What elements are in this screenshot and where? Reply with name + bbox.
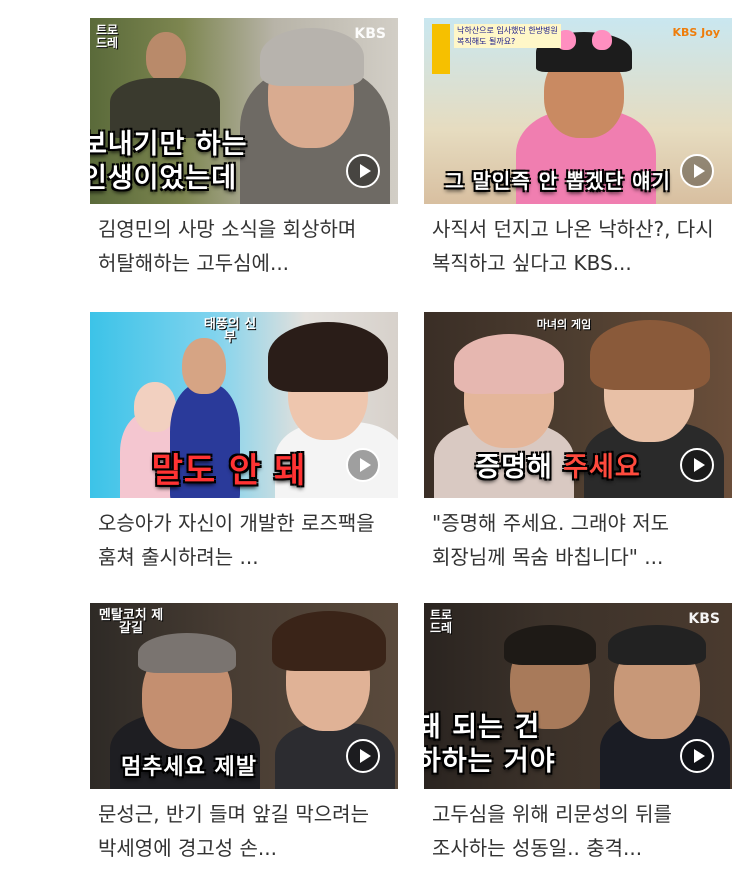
video-thumbnail[interactable]: 마녀의 게임 증명해 주세요 xyxy=(424,312,732,498)
video-thumbnail[interactable]: 트로 드레 KBS 보내기만 하는 인생이었는데 xyxy=(90,18,398,204)
video-thumbnail[interactable]: 멘탈코치 제갈길 멈추세요 제발 xyxy=(90,603,398,789)
show-logo: 트로 드레 xyxy=(429,608,453,635)
topic-tag-icon xyxy=(432,24,450,74)
video-title[interactable]: 사직서 던지고 나온 낙하산?, 다시 복직하고 싶다고 KBS... xyxy=(424,212,732,280)
topic-box: 낙하산으로 입사했던 한방병원 복직해도 될까요? xyxy=(454,24,561,48)
video-title[interactable]: 고두심을 위해 리문성의 뒤를 조사하는 성동일.. 충격... xyxy=(424,797,732,865)
show-logo: 마녀의 게임 xyxy=(536,318,592,331)
video-thumbnail[interactable]: 트로 드레 KBS 돼 되는 건 하하는 거야 xyxy=(424,603,732,789)
video-card[interactable]: 태풍의 신부 말도 안 돼 오승아가 자신이 개발한 로즈팩을 훔쳐 출시하려는… xyxy=(90,312,400,574)
video-thumbnail[interactable]: 낙하산으로 입사했던 한방병원 복직해도 될까요? KBS Joy 그 말인즉 … xyxy=(424,18,732,204)
video-title[interactable]: 오승아가 자신이 개발한 로즈팩을 훔쳐 출시하려는 ... xyxy=(90,506,398,574)
play-circle-icon[interactable] xyxy=(346,448,380,482)
kbs-logo: KBS xyxy=(688,611,720,627)
kbs-logo: KBS xyxy=(354,26,386,42)
play-circle-icon[interactable] xyxy=(680,448,714,482)
show-logo: 트로 드레 xyxy=(95,23,119,50)
play-circle-icon[interactable] xyxy=(680,154,714,188)
video-card[interactable]: 마녀의 게임 증명해 주세요 "증명해 주세요. 그래야 저도 회장님께 목숨 … xyxy=(424,312,734,574)
kbs-joy-logo: KBS Joy xyxy=(672,26,720,39)
play-circle-icon[interactable] xyxy=(346,154,380,188)
video-card[interactable]: 트로 드레 KBS 보내기만 하는 인생이었는데 김영민의 사망 소식을 회상하… xyxy=(90,18,400,280)
video-card[interactable]: 낙하산으로 입사했던 한방병원 복직해도 될까요? KBS Joy 그 말인즉 … xyxy=(424,18,734,280)
video-card[interactable]: 트로 드레 KBS 돼 되는 건 하하는 거야 고두심을 위해 리문성의 뒤를 … xyxy=(424,603,734,865)
show-logo: 멘탈코치 제갈길 xyxy=(98,608,164,636)
play-circle-icon[interactable] xyxy=(680,739,714,773)
video-title[interactable]: "증명해 주세요. 그래야 저도 회장님께 목숨 바칩니다" ... xyxy=(424,506,732,574)
video-card[interactable]: 멘탈코치 제갈길 멈추세요 제발 문성근, 반기 들며 앞길 막으려는 박세영에… xyxy=(90,603,400,865)
show-logo: 태풍의 신부 xyxy=(203,317,257,345)
video-thumbnail[interactable]: 태풍의 신부 말도 안 돼 xyxy=(90,312,398,498)
video-title[interactable]: 문성근, 반기 들며 앞길 막으려는 박세영에 경고성 손... xyxy=(90,797,398,865)
play-circle-icon[interactable] xyxy=(346,739,380,773)
video-title[interactable]: 김영민의 사망 소식을 회상하며 허탈해하는 고두심에... xyxy=(90,212,398,280)
